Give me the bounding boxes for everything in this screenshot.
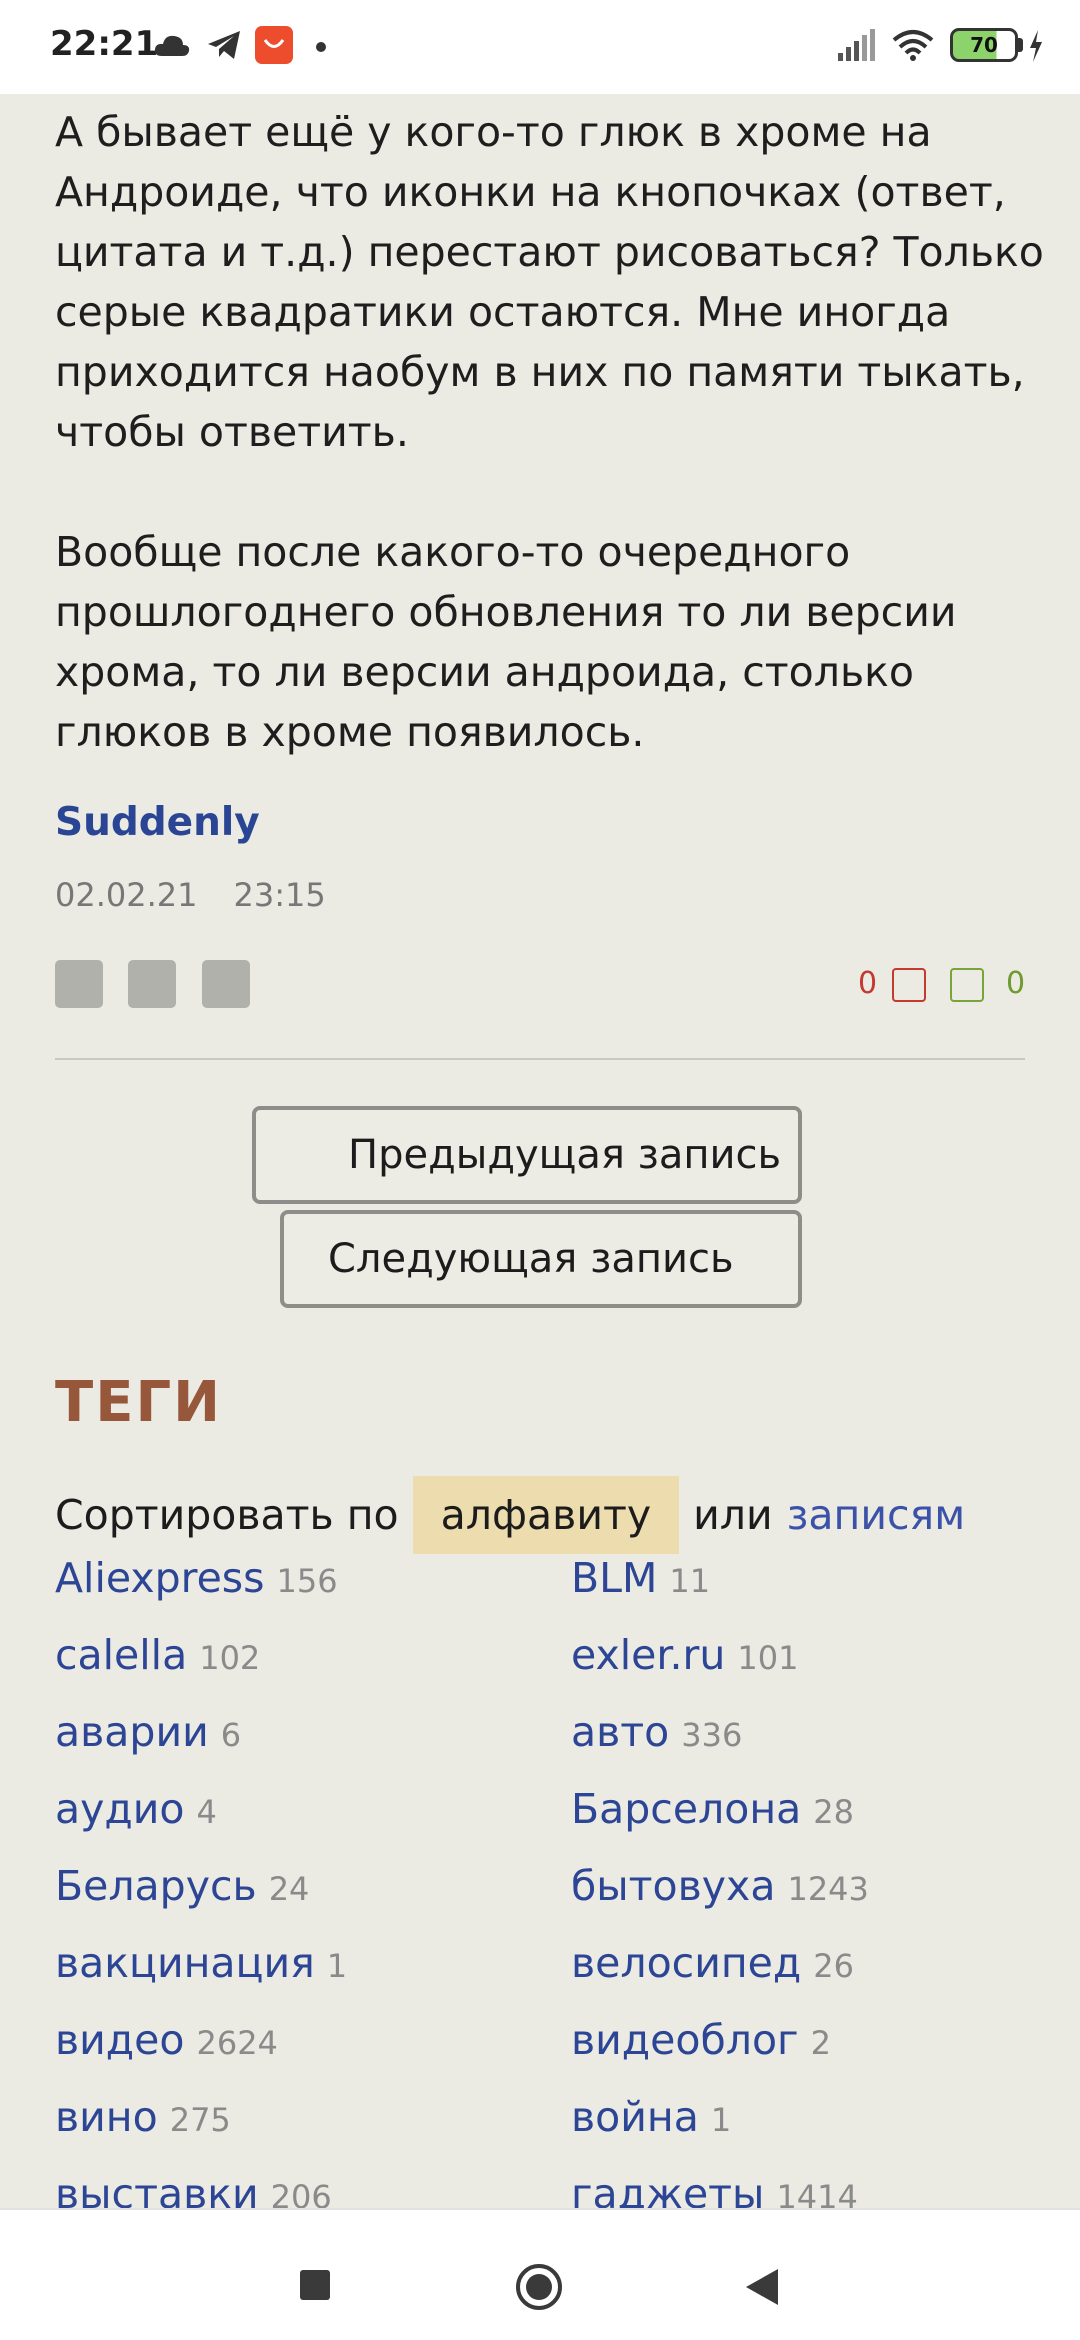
tag-name: видео <box>55 2016 185 2064</box>
tag-item[interactable]: аварии 6 <box>55 1708 241 1756</box>
tag-item[interactable]: calella 102 <box>55 1631 260 1679</box>
tag-name: вино <box>55 2093 158 2141</box>
tag-item[interactable]: BLM 11 <box>571 1554 710 1602</box>
tag-count: 156 <box>276 1562 338 1600</box>
tag-name: велосипед <box>571 1939 802 1987</box>
tag-name: calella <box>55 1631 188 1679</box>
tag-name: Aliexpress <box>55 1554 265 1602</box>
tag-item[interactable]: гаджеты 1414 <box>571 2170 858 2208</box>
sort-or-text: или <box>693 1491 773 1539</box>
sort-label: Сортировать по <box>55 1491 399 1539</box>
dot-icon <box>316 42 326 52</box>
quote-button[interactable] <box>128 960 176 1008</box>
tag-item[interactable]: война 1 <box>571 2093 731 2141</box>
tags-list: Aliexpress 156 BLM 11 calella 102 exler.ru 101 а… <box>55 1554 1055 2208</box>
tag-count: 275 <box>169 2101 231 2139</box>
cloud-icon <box>152 22 192 68</box>
next-post-button[interactable]: Следующая запись <box>280 1210 802 1308</box>
comment-time: 23:15 <box>233 876 326 914</box>
tag-item[interactable]: видеоблог 2 <box>571 2016 831 2064</box>
tag-count: 11 <box>669 1562 711 1600</box>
telegram-icon <box>204 22 244 68</box>
wifi-icon <box>890 22 936 68</box>
tag-item[interactable]: бытовуха 1243 <box>571 1862 869 1910</box>
prev-post-button[interactable]: Предыдущая запись <box>252 1106 802 1204</box>
home-icon[interactable] <box>514 2262 564 2312</box>
tag-name: авто <box>571 1708 670 1756</box>
vote-down-count: 0 <box>858 966 878 1001</box>
tag-count: 336 <box>681 1716 743 1754</box>
tag-item[interactable]: вино 275 <box>55 2093 231 2141</box>
tag-name: война <box>571 2093 699 2141</box>
status-bar: 22:21 70 <box>0 0 1080 94</box>
vote-up-button[interactable] <box>950 968 984 1002</box>
tag-name: exler.ru <box>571 1631 726 1679</box>
tag-count: 1 <box>710 2101 732 2139</box>
tag-item[interactable]: Aliexpress 156 <box>55 1554 338 1602</box>
tag-count: 28 <box>813 1793 854 1831</box>
tags-heading: ТЕГИ <box>55 1370 223 1435</box>
tag-name: бытовуха <box>571 1862 776 1910</box>
tag-item[interactable]: Беларусь 24 <box>55 1862 309 1910</box>
tag-item[interactable]: вакцинация 1 <box>55 1939 347 1987</box>
tag-item[interactable]: Барселона 28 <box>571 1785 854 1833</box>
tag-name: видеоблог <box>571 2016 799 2064</box>
tag-count: 102 <box>199 1639 261 1677</box>
tags-sort-row: Сортировать по алфавиту или записям <box>55 1476 965 1554</box>
charging-icon <box>1026 26 1046 66</box>
comment-datetime: 02.02.21 23:15 <box>55 876 362 914</box>
comment-author[interactable]: Suddenly <box>55 800 260 845</box>
vote-down-button[interactable] <box>892 968 926 1002</box>
tag-item[interactable]: exler.ru 101 <box>571 1631 798 1679</box>
tag-name: Барселона <box>571 1785 802 1833</box>
tag-item[interactable]: видео 2624 <box>55 2016 278 2064</box>
vote-up-count: 0 <box>1006 966 1026 1001</box>
tag-count: 2624 <box>196 2024 278 2062</box>
tag-count: 1 <box>326 1947 348 1985</box>
tag-count: 26 <box>813 1947 854 1985</box>
tag-item[interactable]: аудио 4 <box>55 1785 217 1833</box>
tag-name: аудио <box>55 1785 185 1833</box>
comment-paragraph: А бывает ещё у кого-то глюк в хроме на А… <box>55 108 1044 456</box>
tag-count: 4 <box>196 1793 217 1831</box>
tag-item[interactable]: велосипед 26 <box>571 1939 854 1987</box>
signal-icon <box>834 22 878 68</box>
tag-name: гаджеты <box>571 2170 765 2208</box>
tag-count: 6 <box>220 1716 242 1754</box>
comment-paragraph: Вообще после какого-то очередного прошло… <box>55 528 957 756</box>
tag-name: аварии <box>55 1708 209 1756</box>
divider <box>55 1058 1025 1060</box>
status-time: 22:21 <box>50 24 159 64</box>
tag-count: 2 <box>810 2024 831 2062</box>
tag-count: 206 <box>270 2178 332 2208</box>
back-icon[interactable] <box>742 2266 782 2308</box>
tag-name: Беларусь <box>55 1862 257 1910</box>
tag-name: вакцинация <box>55 1939 315 1987</box>
more-button[interactable] <box>202 960 250 1008</box>
battery-icon: 70 <box>950 28 1018 62</box>
comment-date: 02.02.21 <box>55 876 198 914</box>
tag-item[interactable]: выставки 206 <box>55 2170 332 2208</box>
tag-count: 1243 <box>787 1870 869 1908</box>
tag-count: 24 <box>268 1870 310 1908</box>
tag-name: выставки <box>55 2170 259 2208</box>
battery-tip <box>1018 38 1023 52</box>
tag-item[interactable]: авто 336 <box>571 1708 742 1756</box>
recents-icon[interactable] <box>300 2270 330 2300</box>
tag-name: BLM <box>571 1554 658 1602</box>
tag-count: 101 <box>737 1639 799 1677</box>
system-nav-bar <box>0 2208 1080 2340</box>
sort-posts-link[interactable]: записям <box>787 1491 966 1539</box>
reply-button[interactable] <box>55 960 103 1008</box>
aliexpress-icon <box>255 26 293 64</box>
tag-count: 1414 <box>776 2178 858 2208</box>
sort-alphabet-option[interactable]: алфавиту <box>412 1476 680 1554</box>
